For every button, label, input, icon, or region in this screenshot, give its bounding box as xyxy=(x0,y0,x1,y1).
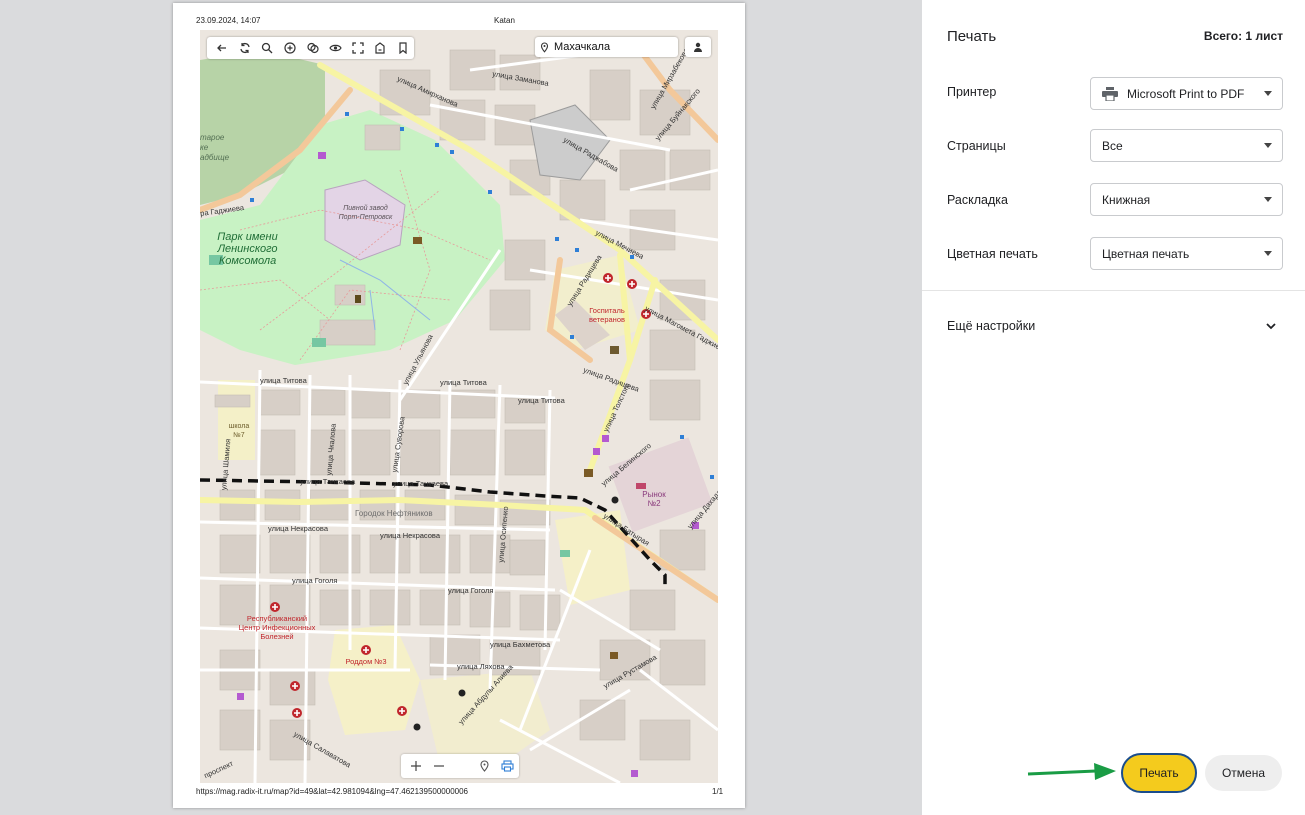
color-select[interactable]: Цветная печать xyxy=(1090,237,1283,270)
pages-value: Все xyxy=(1102,138,1123,153)
street-nekrasova-label-2: улица Некрасова xyxy=(380,531,440,540)
cancel-button[interactable]: Отмена xyxy=(1205,755,1282,791)
print-preview-area: 23.09.2024, 14:07 Katan Парк имени Ленин… xyxy=(0,0,922,815)
printer-value: Microsoft Print to PDF xyxy=(1127,86,1245,101)
city-selector[interactable]: Махачкала xyxy=(535,37,678,57)
building-icon[interactable] xyxy=(369,38,392,58)
map-view[interactable]: Парк имени Ленинского Комсомола Пивной з… xyxy=(200,30,718,783)
infection-center-label: Республиканский Центр Инфекционных Болез… xyxy=(238,614,316,641)
arrow-annotation-icon xyxy=(1027,763,1116,780)
arrow-left-icon[interactable] xyxy=(211,38,234,58)
sheet-count: Всего: 1 лист xyxy=(1203,29,1283,43)
cemetery-label: тарое ке адбище xyxy=(200,133,230,162)
eye-icon[interactable] xyxy=(324,38,347,58)
street-titova-label-2: улица Титова xyxy=(440,378,487,387)
refresh-icon[interactable] xyxy=(234,38,257,58)
pages-select[interactable]: Все xyxy=(1090,129,1283,162)
street-tankaeva-label-1: улица Танкаева xyxy=(300,477,356,486)
more-settings-toggle[interactable]: Ещё настройки xyxy=(947,319,1035,333)
school-label: школа №7 xyxy=(228,423,250,439)
street-gogolya-label-2: улица Гоголя xyxy=(448,586,494,595)
print-settings-panel: Печать Всего: 1 лист Принтер Microsoft P… xyxy=(922,0,1305,815)
street-bakhmetova-label: улица Бахметова xyxy=(490,640,551,649)
location-pin-icon[interactable] xyxy=(473,755,496,777)
district-label: Городок Нефтяников xyxy=(355,509,433,518)
divider xyxy=(922,290,1305,291)
chevron-down-icon xyxy=(1264,197,1272,202)
layers-icon[interactable] xyxy=(301,38,324,58)
printer-label: Принтер xyxy=(947,85,997,99)
street-lyakhova-label: улица Ляхова xyxy=(457,662,505,671)
street-titova-label-1: улица Титова xyxy=(260,376,307,385)
chevron-down-icon xyxy=(1264,91,1272,96)
street-tankaeva-label-2: улица Танкаева xyxy=(393,479,449,488)
street-gogolya-label-1: улица Гоголя xyxy=(292,576,338,585)
bookmark-icon[interactable] xyxy=(392,38,415,58)
street-titova-label-3: улица Титова xyxy=(518,396,565,405)
city-name: Махачкала xyxy=(554,41,611,53)
print-button[interactable]: Печать xyxy=(1121,753,1197,793)
chevron-down-icon xyxy=(1264,143,1272,148)
panel-title: Печать xyxy=(947,28,997,45)
layout-value: Книжная xyxy=(1102,192,1151,207)
header-date: 23.09.2024, 14:07 xyxy=(196,16,261,25)
chevron-down-icon[interactable] xyxy=(1265,320,1277,332)
preview-page: 23.09.2024, 14:07 Katan Парк имени Ленин… xyxy=(173,3,745,808)
search-icon[interactable] xyxy=(256,38,279,58)
street-nekrasova-label-1: улица Некрасова xyxy=(268,524,328,533)
fullscreen-icon[interactable] xyxy=(346,38,369,58)
printer-select[interactable]: Microsoft Print to PDF xyxy=(1090,77,1283,110)
maternity-label: Роддом №3 xyxy=(345,657,387,666)
layout-select[interactable]: Книжная xyxy=(1090,183,1283,216)
map-zoom-bar xyxy=(401,754,519,778)
market-label: Рынок №2 xyxy=(642,490,666,508)
footer-url: https://mag.radix-it.ru/map?id=49&lat=42… xyxy=(196,787,468,796)
color-label: Цветная печать xyxy=(947,247,1038,261)
zoom-plus-icon[interactable] xyxy=(405,755,428,777)
user-icon xyxy=(694,42,702,52)
map-toolbar xyxy=(207,37,414,59)
park-label: Парк имени Ленинского Комсомола xyxy=(217,231,278,267)
zoom-in-icon[interactable] xyxy=(279,38,302,58)
print-map-icon[interactable] xyxy=(496,755,519,777)
zoom-minus-icon[interactable] xyxy=(428,755,451,777)
layout-label: Раскладка xyxy=(947,193,1008,207)
hospital-veterans-label: Госпиталь ветеранов xyxy=(589,306,625,324)
color-value: Цветная печать xyxy=(1102,246,1190,261)
brewery-label: Пивной завод Порт-Петровск xyxy=(338,205,393,221)
map-pin-icon xyxy=(540,41,549,53)
user-button[interactable] xyxy=(685,37,711,57)
header-title: Katan xyxy=(494,16,515,25)
pages-label: Страницы xyxy=(947,139,1006,153)
footer-page: 1/1 xyxy=(712,787,724,796)
printer-icon xyxy=(1102,86,1118,101)
chevron-down-icon xyxy=(1264,251,1272,256)
